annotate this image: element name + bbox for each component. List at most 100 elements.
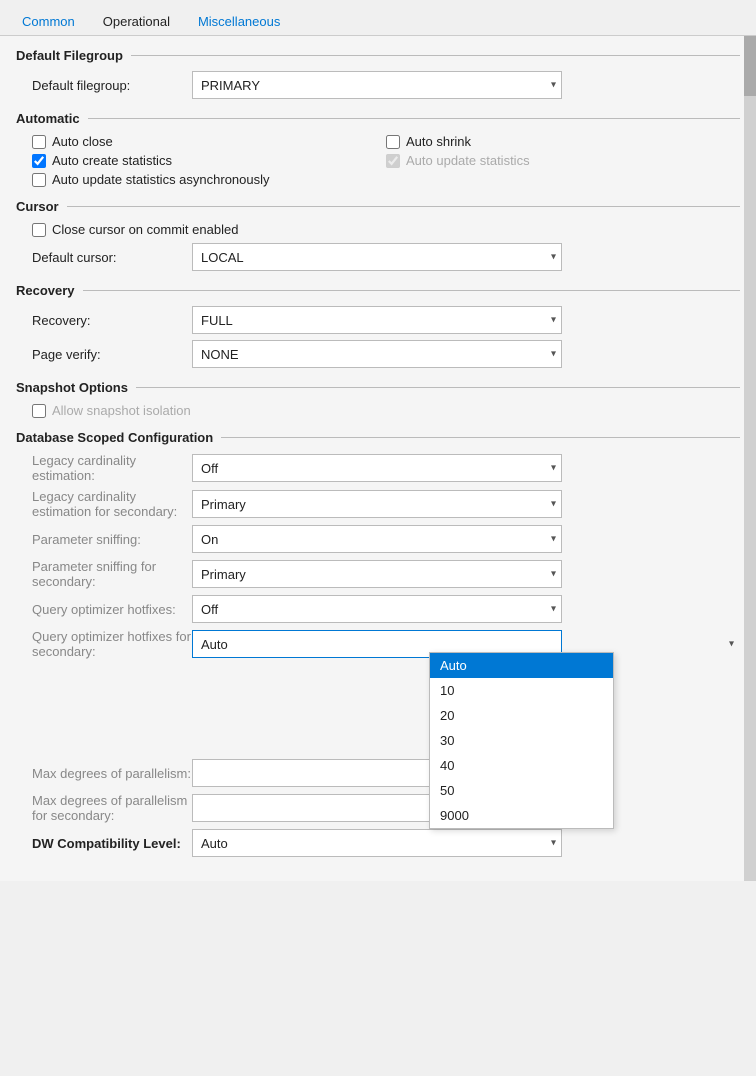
- parameter-sniffing-row: Parameter sniffing: OnOffPrimary ▾: [16, 525, 740, 553]
- section-title-automatic: Automatic: [16, 111, 80, 126]
- checkbox-auto-update-stats: Auto update statistics: [386, 153, 740, 168]
- dw-compat-label: DW Compatibility Level:: [32, 836, 192, 851]
- auto-close-label: Auto close: [52, 134, 113, 149]
- parameter-sniffing-secondary-label: Parameter sniffing for secondary:: [32, 559, 192, 589]
- max-dop-secondary-label: Max degrees of parallelism for secondary…: [32, 793, 192, 823]
- section-snapshot-options: Snapshot Options Allow snapshot isolatio…: [16, 380, 740, 418]
- legacy-cardinality-select-wrapper: OffOnPrimary ▾: [192, 454, 562, 482]
- allow-snapshot-label: Allow snapshot isolation: [52, 403, 191, 418]
- legacy-cardinality-label: Legacy cardinality estimation:: [32, 453, 192, 483]
- recovery-select[interactable]: FULL SIMPLE BULK_LOGGED: [192, 306, 562, 334]
- section-header-default-filegroup: Default Filegroup: [16, 48, 740, 63]
- dw-compat-row: DW Compatibility Level: Auto ▾: [16, 829, 740, 857]
- query-optimizer-select[interactable]: OffOnPrimary: [192, 595, 562, 623]
- checkbox-auto-update-async-row: Auto update statistics asynchronously: [16, 172, 740, 187]
- section-header-snapshot: Snapshot Options: [16, 380, 740, 395]
- dropdown-menu: Auto 10 20 30 40 50 9000: [429, 652, 614, 829]
- legacy-cardinality-row: Legacy cardinality estimation: OffOnPrim…: [16, 453, 740, 483]
- default-cursor-select-wrapper: LOCAL GLOBAL ▾: [192, 243, 562, 271]
- dropdown-item-20[interactable]: 20: [430, 703, 613, 728]
- allow-snapshot-row: Allow snapshot isolation: [16, 403, 740, 418]
- max-dop-secondary-row: Max degrees of parallelism for secondary…: [16, 793, 740, 823]
- tab-bar: Common Operational Miscellaneous: [0, 0, 756, 36]
- section-divider: [221, 437, 740, 438]
- section-divider: [88, 118, 740, 119]
- parameter-sniffing-label: Parameter sniffing:: [32, 532, 192, 547]
- default-filegroup-select-wrapper: PRIMARY ▾: [192, 71, 562, 99]
- tab-common[interactable]: Common: [8, 8, 89, 35]
- close-cursor-row: Close cursor on commit enabled: [16, 222, 740, 237]
- legacy-cardinality-secondary-label: Legacy cardinality estimation for second…: [32, 489, 192, 519]
- chevron-down-icon: ▾: [729, 639, 734, 650]
- dropdown-item-10[interactable]: 10: [430, 678, 613, 703]
- section-db-scoped-config: Database Scoped Configuration Legacy car…: [16, 430, 740, 857]
- query-optimizer-secondary-label: Query optimizer hotfixes for secondary:: [32, 629, 192, 659]
- section-header-recovery: Recovery: [16, 283, 740, 298]
- default-cursor-label: Default cursor:: [32, 250, 192, 265]
- section-automatic: Automatic Auto close Auto shrink Auto cr…: [16, 111, 740, 187]
- dropdown-item-auto[interactable]: Auto: [430, 653, 613, 678]
- section-divider: [136, 387, 740, 388]
- query-optimizer-row: Query optimizer hotfixes: OffOnPrimary ▾: [16, 595, 740, 623]
- page-verify-select[interactable]: NONE CHECKSUM TORN_PAGE_DETECTION: [192, 340, 562, 368]
- parameter-sniffing-select[interactable]: OnOffPrimary: [192, 525, 562, 553]
- section-header-cursor: Cursor: [16, 199, 740, 214]
- default-cursor-select[interactable]: LOCAL GLOBAL: [192, 243, 562, 271]
- recovery-label: Recovery:: [32, 313, 192, 328]
- page-verify-label: Page verify:: [32, 347, 192, 362]
- section-title-snapshot: Snapshot Options: [16, 380, 128, 395]
- legacy-cardinality-secondary-select[interactable]: PrimaryOffOn: [192, 490, 562, 518]
- auto-shrink-checkbox[interactable]: [386, 135, 400, 149]
- default-filegroup-row: Default filegroup: PRIMARY ▾: [16, 71, 740, 99]
- dw-compat-select[interactable]: Auto: [192, 829, 562, 857]
- parameter-sniffing-secondary-select-wrapper: PrimaryOffOn ▾: [192, 560, 562, 588]
- auto-create-stats-checkbox[interactable]: [32, 154, 46, 168]
- query-optimizer-secondary-row: Query optimizer hotfixes for secondary: …: [16, 629, 740, 659]
- scrollbar-thumb[interactable]: [744, 36, 756, 96]
- main-content: Default Filegroup Default filegroup: PRI…: [0, 36, 756, 881]
- auto-create-stats-label: Auto create statistics: [52, 153, 172, 168]
- legacy-cardinality-secondary-select-wrapper: PrimaryOffOn ▾: [192, 490, 562, 518]
- max-dop-row: Max degrees of parallelism: ▾: [16, 759, 740, 787]
- tab-miscellaneous[interactable]: Miscellaneous: [184, 8, 294, 35]
- section-header-automatic: Automatic: [16, 111, 740, 126]
- checkbox-auto-shrink: Auto shrink: [386, 134, 740, 149]
- auto-update-async-label: Auto update statistics asynchronously: [52, 172, 270, 187]
- dw-compat-select-wrapper: Auto ▾: [192, 829, 562, 857]
- scrollbar[interactable]: [744, 36, 756, 881]
- checkbox-auto-close: Auto close: [32, 134, 386, 149]
- dropdown-item-30[interactable]: 30: [430, 728, 613, 753]
- section-cursor: Cursor Close cursor on commit enabled De…: [16, 199, 740, 271]
- dropdown-item-9000[interactable]: 9000: [430, 803, 613, 828]
- dropdown-item-50[interactable]: 50: [430, 778, 613, 803]
- dropdown-item-40[interactable]: 40: [430, 753, 613, 778]
- max-dop-label: Max degrees of parallelism:: [32, 766, 192, 781]
- recovery-row: Recovery: FULL SIMPLE BULK_LOGGED ▾: [16, 306, 740, 334]
- close-cursor-label: Close cursor on commit enabled: [52, 222, 238, 237]
- default-cursor-row: Default cursor: LOCAL GLOBAL ▾: [16, 243, 740, 271]
- tab-operational[interactable]: Operational: [89, 8, 184, 35]
- default-filegroup-select[interactable]: PRIMARY: [192, 71, 562, 99]
- automatic-checkboxes: Auto close Auto shrink Auto create stati…: [16, 134, 740, 168]
- section-title-cursor: Cursor: [16, 199, 59, 214]
- section-divider: [131, 55, 740, 56]
- recovery-select-wrapper: FULL SIMPLE BULK_LOGGED ▾: [192, 306, 562, 334]
- section-title-recovery: Recovery: [16, 283, 75, 298]
- section-title-db-scoped: Database Scoped Configuration: [16, 430, 213, 445]
- auto-update-async-checkbox[interactable]: [32, 173, 46, 187]
- allow-snapshot-checkbox[interactable]: [32, 404, 46, 418]
- default-filegroup-label: Default filegroup:: [32, 78, 192, 93]
- section-header-db-scoped: Database Scoped Configuration: [16, 430, 740, 445]
- auto-update-stats-label: Auto update statistics: [406, 153, 530, 168]
- page-verify-row: Page verify: NONE CHECKSUM TORN_PAGE_DET…: [16, 340, 740, 368]
- close-cursor-checkbox[interactable]: [32, 223, 46, 237]
- legacy-cardinality-secondary-row: Legacy cardinality estimation for second…: [16, 489, 740, 519]
- auto-close-checkbox[interactable]: [32, 135, 46, 149]
- parameter-sniffing-secondary-row: Parameter sniffing for secondary: Primar…: [16, 559, 740, 589]
- section-divider: [83, 290, 740, 291]
- query-optimizer-label: Query optimizer hotfixes:: [32, 602, 192, 617]
- auto-shrink-label: Auto shrink: [406, 134, 471, 149]
- section-divider: [67, 206, 740, 207]
- parameter-sniffing-secondary-select[interactable]: PrimaryOffOn: [192, 560, 562, 588]
- legacy-cardinality-select[interactable]: OffOnPrimary: [192, 454, 562, 482]
